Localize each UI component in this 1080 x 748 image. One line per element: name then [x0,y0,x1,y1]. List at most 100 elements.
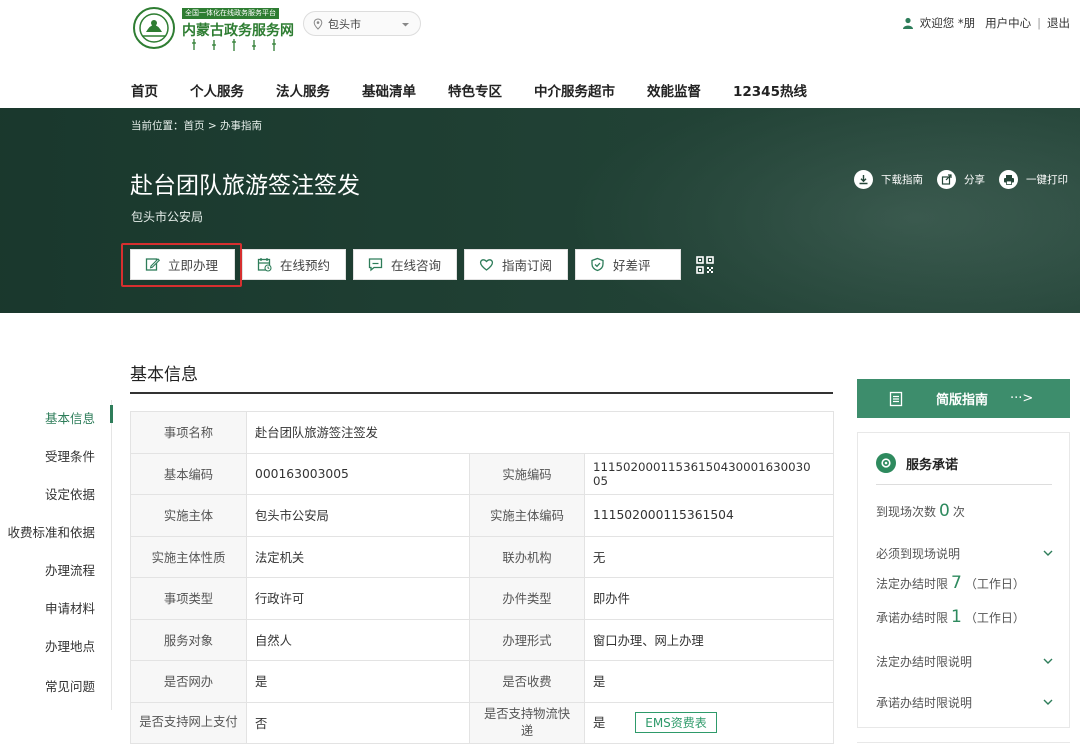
main-nav: 首页 个人服务 法人服务 基础清单 特色专区 中介服务超市 效能监督 12345… [131,80,839,100]
location-pin-icon [313,17,323,30]
chevron-down-icon [1043,550,1053,556]
nav-item-featured[interactable]: 特色专区 [448,80,502,100]
nav-item-personal[interactable]: 个人服务 [190,80,244,100]
user-center-link[interactable]: 用户中心 [985,15,1031,31]
ems-fee-button[interactable]: EMS资费表 [635,712,717,734]
promise-limit-desc-expand[interactable]: 承诺办结时限说明 [876,694,1054,711]
table-value: 法定机关 [246,535,470,578]
table-value: 即办件 [583,577,835,620]
table-row: 是否网办 是 是否收费 是 [130,660,835,703]
emblem-icon [133,7,175,49]
promise-title: 服务承诺 [906,457,959,473]
user-icon [902,17,913,29]
table-label-text: 是否支持物流快递 [483,706,571,738]
calendar-icon [257,258,272,272]
hero-banner: 当前位置：首页 > 办事指南 赴台团队旅游签注签发 包头市公安局 下载指南 分享… [0,108,1080,313]
promise-limit-unit: （工作日） [964,611,1025,625]
nav-item-corporate[interactable]: 法人服务 [276,80,330,100]
legal-limit-desc-expand[interactable]: 法定办结时限说明 [876,653,1054,670]
guide-subscribe-label: 指南订阅 [502,258,553,273]
table-label: 办件类型 [469,577,585,620]
side-nav: 基本信息 受理条件 设定依据 收费标准和依据 办理流程 申请材料 办理地点 常见… [0,400,113,710]
sidenav-locations[interactable]: 办理地点 [45,636,95,655]
table-value: 自然人 [246,618,470,661]
legal-limit-row: 法定办结时限 7 （工作日） [876,573,1025,593]
nav-item-basic-list[interactable]: 基础清单 [362,80,416,100]
section-title: 基本信息 [130,365,198,385]
next-panel-edge [857,742,1070,748]
logout-link[interactable]: 退出 [1047,15,1070,31]
arrow-right-icon: ···> [1010,391,1034,406]
sidenav-acceptance-conditions[interactable]: 受理条件 [45,446,95,465]
nav-item-home[interactable]: 首页 [131,80,158,100]
table-row: 事项名称 赴台团队旅游签注签发 [130,411,835,454]
table-label: 事项类型 [130,577,247,620]
badge-icon [876,453,896,473]
table-value: 11150200011536150430001630030​05 [583,452,835,495]
table-row: 是否支持网上支付 否 是否支持物流快递 是 EMS资费表 [130,701,835,744]
table-value: 赴台团队旅游签注签发 [245,411,835,454]
share-button[interactable]: 分享 [937,170,985,189]
share-icon [937,170,956,189]
site-logo[interactable]: 全国一体化在线政务服务平台 内蒙古政务服务网 [132,4,294,52]
nav-item-intermediary[interactable]: 中介服务超市 [534,80,615,100]
table-label: 事项名称 [130,411,247,454]
sidenav-materials[interactable]: 申请材料 [45,598,95,617]
visits-row: 到现场次数 0 次 [876,501,965,521]
table-value: 行政许可 [246,577,470,620]
print-icon [999,170,1018,189]
heart-icon [479,259,494,271]
must-visit-expand[interactable]: 必须到现场说明 [876,545,1054,562]
table-label: 实施主体性质 [130,535,247,578]
apply-now-label: 立即办理 [168,258,219,273]
download-icon [854,170,873,189]
print-button[interactable]: 一键打印 [999,170,1068,189]
document-icon [889,391,903,406]
chevron-down-icon [1043,699,1053,705]
rating-button[interactable]: 好差评 [575,249,681,280]
chat-icon [368,258,383,272]
guide-subscribe-button[interactable]: 指南订阅 [464,249,568,280]
table-row: 实施主体性质 法定机关 联办机构 无 [130,535,835,578]
online-reservation-button[interactable]: 在线预约 [242,249,346,280]
table-value: 是 [583,660,835,703]
nav-item-supervision[interactable]: 效能监督 [647,80,701,100]
active-indicator [110,405,113,423]
legal-limit-label: 法定办结时限 [876,577,949,591]
share-label: 分享 [964,174,985,186]
promise-limit-desc-label: 承诺办结时限说明 [876,696,973,710]
table-row: 事项类型 行政许可 办件类型 即办件 [130,577,835,620]
caret-down-icon [402,23,409,27]
qr-code-icon[interactable] [696,255,714,274]
table-value: 无 [583,535,835,578]
basic-info-table: 事项名称 赴台团队旅游签注签发 基本编码 000163003005 实施编码 1… [130,411,835,744]
welcome-text: 欢迎您 *朋 [919,16,976,30]
legal-limit-unit: （工作日） [964,577,1025,591]
online-consult-button[interactable]: 在线咨询 [353,249,457,280]
download-guide-button[interactable]: 下载指南 [854,170,923,189]
city-select[interactable]: 包头市 [303,11,421,36]
sidenav-process[interactable]: 办理流程 [45,560,95,579]
visits-unit: 次 [952,505,965,519]
sidenav-fee-standards[interactable]: 收费标准和依据 [7,522,95,541]
header-separator: | [1037,16,1041,30]
online-reservation-label: 在线预约 [280,258,331,273]
visits-number: 0 [939,501,950,521]
apply-now-button[interactable]: 立即办理 [130,249,235,280]
table-label: 是否收费 [469,660,585,703]
service-promise-panel: 服务承诺 到现场次数 0 次 必须到现场说明 法定办结时限 7 （工作日） 承诺办结时限… [857,432,1070,728]
sidenav-basic-info[interactable]: 基本信息 [45,408,95,427]
legal-limit-desc-label: 法定办结时限说明 [876,655,973,669]
promise-divider [876,484,1052,485]
logistics-value: 是 [593,716,606,731]
chevron-down-icon [1043,658,1053,664]
table-value: 111502000115361504 [583,494,835,537]
simple-guide-button[interactable]: 简版指南 ···> [857,379,1070,418]
sidenav-faq[interactable]: 常见问题 [45,676,95,695]
download-guide-label: 下载指南 [881,174,923,186]
sidenav-legal-basis[interactable]: 设定依据 [45,484,95,503]
print-label: 一键打印 [1026,174,1068,186]
table-value: 窗口办理、网上办理 [583,618,835,661]
edit-icon [145,258,160,271]
nav-item-hotline[interactable]: 12345热线 [733,80,807,100]
